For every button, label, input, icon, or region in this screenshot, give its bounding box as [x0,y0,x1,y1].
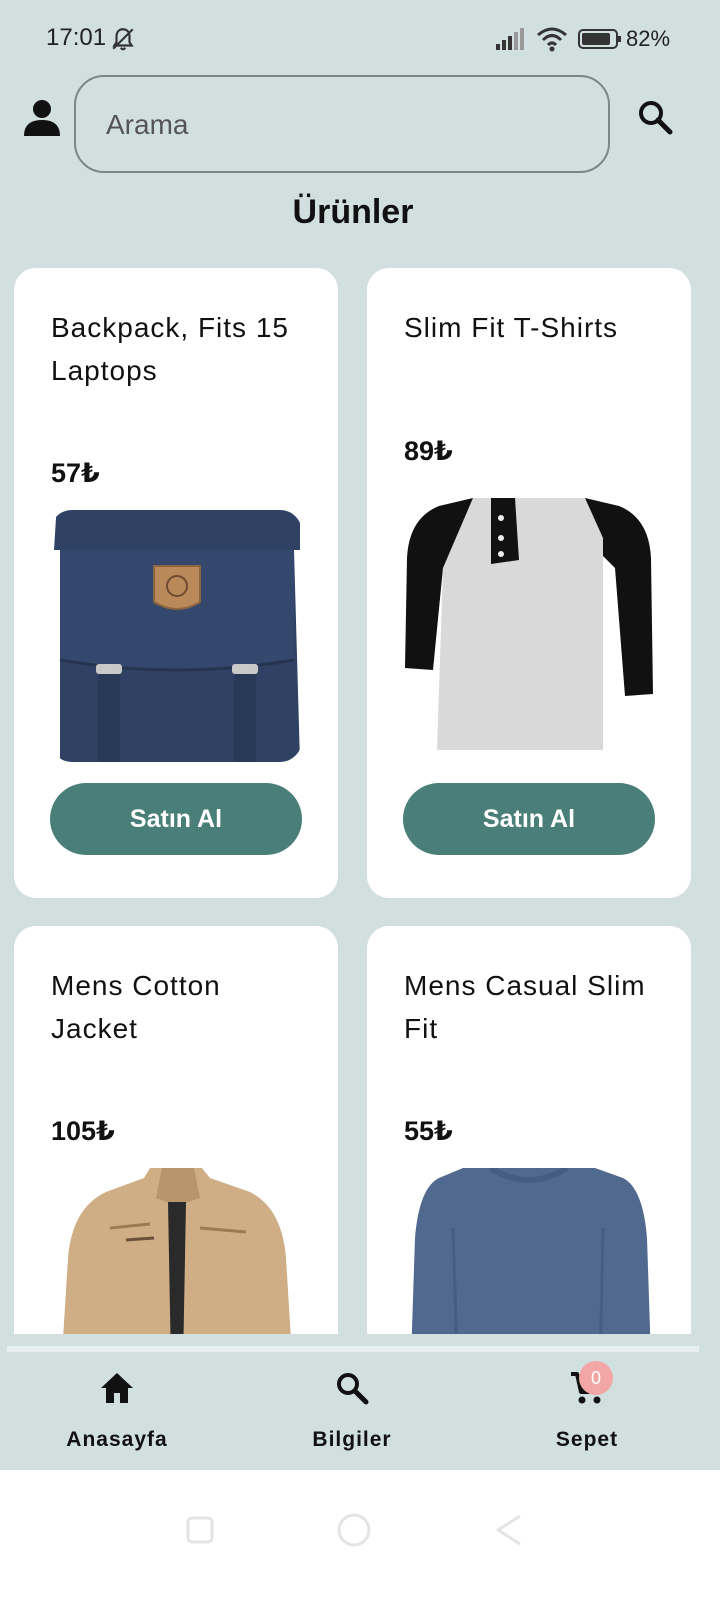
product-card[interactable]: Mens Cotton Jacket 105₺ [14,926,338,1334]
search-box[interactable] [74,75,610,173]
nav-label: Anasayfa [66,1428,168,1451]
search-icon[interactable] [636,98,674,136]
product-title: Slim Fit T-Shirts [404,312,619,343]
home-button-icon[interactable] [334,1510,374,1550]
user-icon[interactable] [22,98,62,138]
product-title: Backpack, Fits 15 Laptops [51,312,289,386]
product-image-jacket[interactable] [50,1168,302,1334]
product-title: Mens Casual Slim Fit [404,970,646,1044]
bottom-nav: Anasayfa Bilgiler 0 Sepet [7,1346,699,1465]
product-image-t-shirt[interactable] [403,498,655,750]
signal-icon [496,28,524,50]
recent-apps-icon[interactable] [180,1510,220,1550]
status-time: 17:01 [46,24,107,51]
search-input[interactable] [104,77,588,173]
product-grid[interactable]: Backpack, Fits 15 Laptops 57₺ Satın Al S… [0,268,720,1334]
product-image-long-sleeve-shirt[interactable] [403,1168,655,1334]
product-price: 105₺ [51,1116,115,1146]
long-sleeve-shirt-image [403,1168,655,1334]
nav-item-info[interactable]: Bilgiler [252,1352,452,1465]
battery-level: 82% [626,26,671,51]
product-price: 57₺ [51,458,100,488]
home-icon [101,1373,133,1403]
nav-label: Sepet [555,1428,619,1451]
bell-off-icon [112,28,134,51]
back-icon[interactable] [490,1510,530,1550]
status-bar: 17:01 82% [0,0,720,76]
search-icon [337,1373,369,1405]
wifi-icon [537,27,567,52]
t-shirt-image [403,498,655,750]
product-title: Mens Cotton Jacket [51,970,221,1044]
battery-icon [578,29,621,49]
buy-button[interactable]: Satın Al [403,783,655,855]
nav-item-cart[interactable]: 0 Sepet [487,1352,687,1465]
product-card[interactable]: Backpack, Fits 15 Laptops 57₺ Satın Al [14,268,338,898]
product-card[interactable]: Mens Casual Slim Fit 55₺ [367,926,691,1334]
product-card[interactable]: Slim Fit T-Shirts 89₺ Satın Al [367,268,691,898]
nav-item-home[interactable]: Anasayfa [17,1352,217,1465]
page-title: Ürünler [292,193,414,231]
product-image-backpack[interactable] [50,510,302,762]
product-price: 55₺ [404,1116,453,1146]
cart-count-badge: 0 [579,1361,613,1395]
system-nav-bar [0,1470,720,1600]
product-price: 89₺ [404,436,453,466]
buy-button[interactable]: Satın Al [50,783,302,855]
jacket-image [50,1168,302,1334]
backpack-image [50,510,302,762]
nav-label: Bilgiler [312,1428,392,1451]
